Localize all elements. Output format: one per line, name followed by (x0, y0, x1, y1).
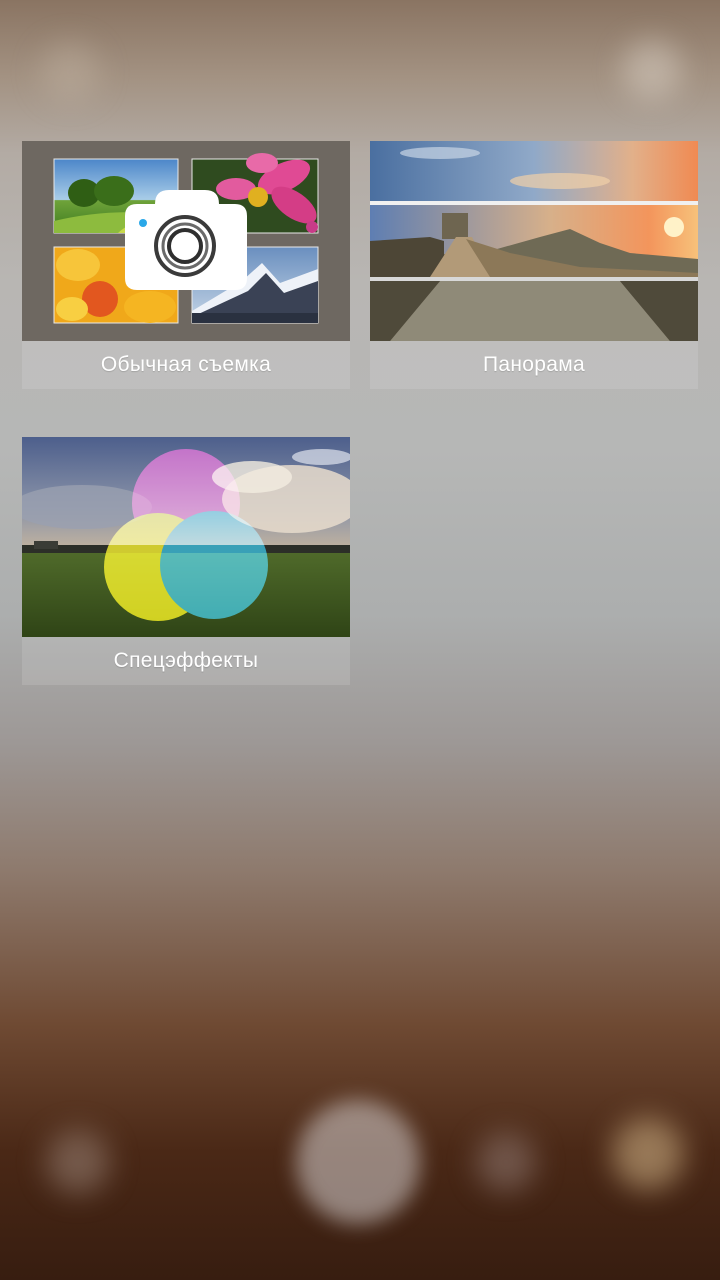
mode-tile-panorama[interactable]: Панорама (370, 141, 698, 389)
mode-tile-normal[interactable]: Обычная съемка (22, 141, 350, 389)
mode-label-effects: Спецэффекты (22, 637, 350, 685)
color-filter-icon (22, 437, 350, 637)
panorama-mode-thumbnail (370, 141, 698, 341)
normal-mode-thumbnail (22, 141, 350, 341)
mode-label-panorama: Панорама (370, 341, 698, 389)
blurred-mode-icon (476, 1132, 536, 1192)
mode-label-normal: Обычная съемка (22, 341, 350, 389)
camera-icon (125, 190, 249, 292)
effects-mode-thumbnail (22, 437, 350, 637)
blurred-shutter-button (296, 1100, 420, 1224)
camera-mode-screen: Обычная съемка Панорама Спецэффекты (0, 0, 720, 1280)
panorama-icon (370, 141, 698, 341)
blurred-top-left-icon (40, 42, 100, 102)
blurred-video-icon (612, 1118, 684, 1190)
blurred-gallery-thumbnail (46, 1130, 110, 1194)
mode-tile-effects[interactable]: Спецэффекты (22, 437, 350, 685)
blurred-top-right-icon (622, 40, 682, 100)
